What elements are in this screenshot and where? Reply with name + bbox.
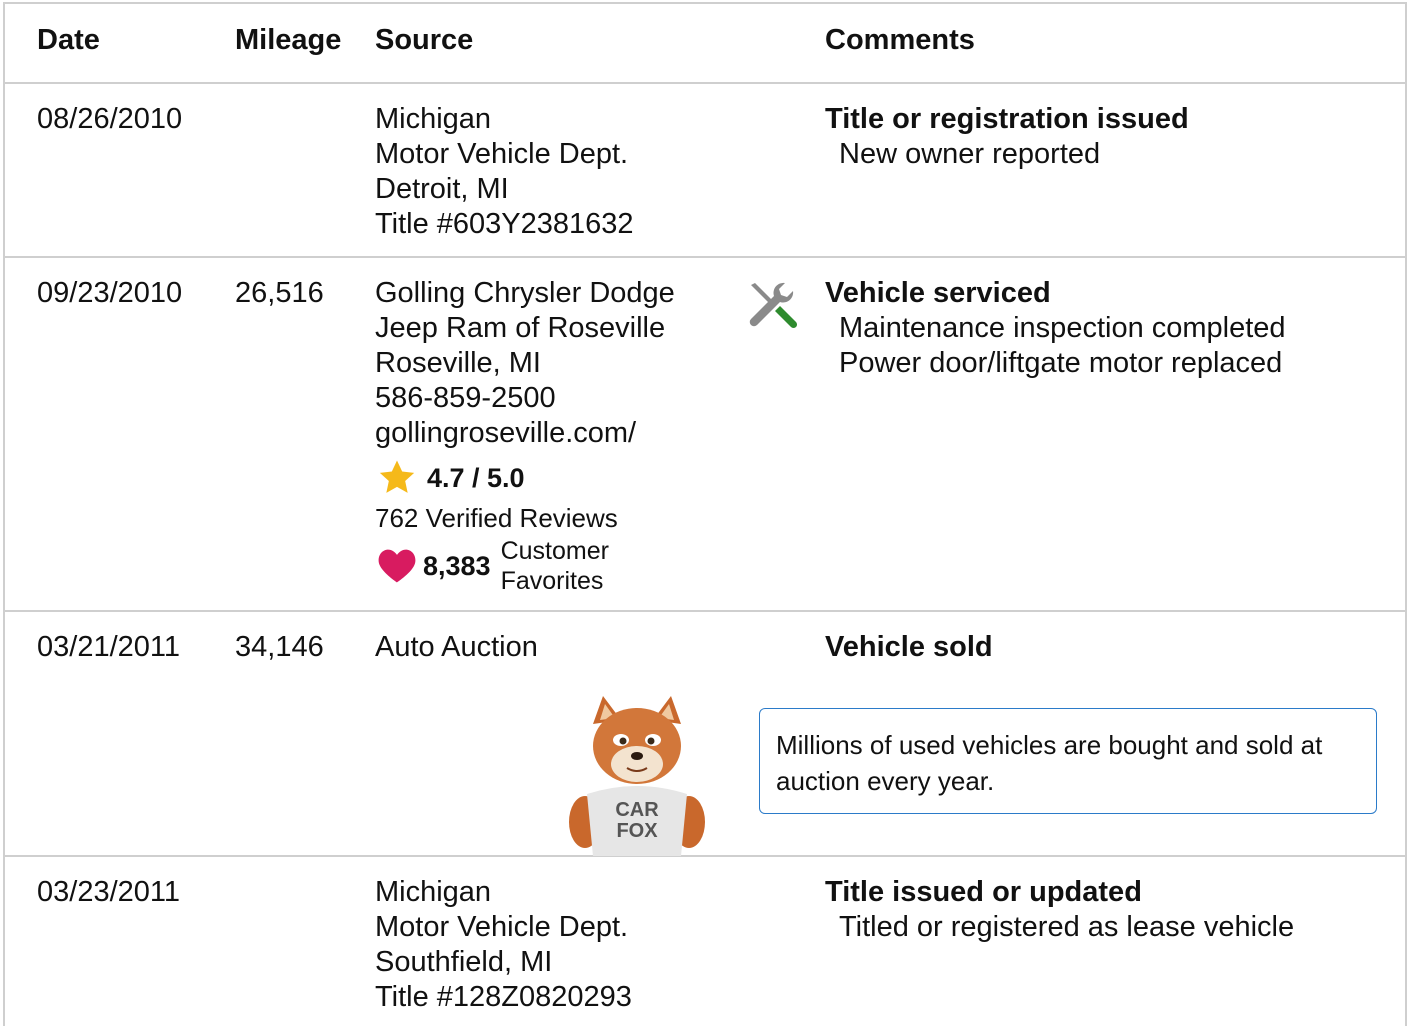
dealer-location: Roseville, MI [375, 347, 541, 379]
source-line: Title #603Y2381632 [375, 208, 634, 240]
vehicle-history-table: Date Mileage Source Comments 08/26/2010 … [3, 2, 1407, 1026]
comment-detail: New owner reported [839, 138, 1101, 170]
row-comments: Title or registration issued New owner r… [825, 102, 1189, 172]
customer-favorites: 8,383 Customer Favorites [377, 536, 631, 596]
auction-info-callout: Millions of used vehicles are bought and… [759, 708, 1377, 814]
row-date: 03/21/2011 [37, 631, 180, 663]
row-date: 09/23/2010 [37, 277, 183, 309]
source-line: Auto Auction [375, 631, 538, 663]
row-mileage: 26,516 [235, 277, 324, 309]
comment-title: Title or registration issued [825, 103, 1189, 135]
star-icon [379, 460, 415, 493]
heart-icon [378, 549, 416, 583]
row-date: 08/26/2010 [37, 103, 183, 135]
dealer-website-link[interactable]: gollingroseville.com/ [375, 416, 675, 451]
row-mileage: 34,146 [235, 631, 324, 663]
header-source: Source [375, 24, 474, 56]
table-header: Date Mileage Source Comments [5, 4, 1405, 84]
dealer-rating: 4.7 / 5.0 [375, 458, 525, 498]
header-comments: Comments [825, 24, 975, 56]
mascot-shirt-text-fox: FOX [616, 820, 658, 842]
source-line: Southfield, MI [375, 946, 553, 978]
table-row: 08/26/2010 Michigan Motor Vehicle Dept. … [5, 84, 1405, 258]
rating-score: 4.7 / 5.0 [427, 462, 525, 493]
wrench-screwdriver-icon [749, 282, 798, 329]
source-line: Michigan [375, 103, 492, 135]
row-comments: Title issued or updated Titled or regist… [825, 875, 1294, 945]
verified-reviews-link[interactable]: 762 Verified Reviews [375, 503, 618, 533]
comment-title: Title issued or updated [825, 876, 1142, 908]
row-source: Michigan Motor Vehicle Dept. Detroit, MI… [375, 102, 634, 242]
comment-detail: Maintenance inspection completed [839, 312, 1286, 344]
source-line: Detroit, MI [375, 173, 509, 205]
mascot-shirt-text-car: CAR [615, 799, 659, 821]
car-fox-mascot: CAR FOX [569, 696, 705, 856]
comment-detail: Power door/liftgate motor replaced [839, 347, 1283, 379]
table-row: 03/21/2011 34,146 Auto Auction Vehicle s… [5, 612, 1405, 857]
dealer-name-line: Golling Chrysler Dodge [375, 277, 675, 309]
header-date: Date [37, 24, 100, 56]
row-date: 03/23/2011 [37, 876, 180, 908]
row-source: Michigan Motor Vehicle Dept. Southfield,… [375, 875, 632, 1015]
row-source: Auto Auction [375, 630, 538, 665]
dealer-phone[interactable]: 586-859-2500 [375, 381, 675, 416]
source-line: Title #128Z0820293 [375, 981, 632, 1013]
comment-title: Vehicle serviced [825, 277, 1051, 309]
source-line: Motor Vehicle Dept. [375, 138, 629, 170]
favorites-label: Customer Favorites [500, 537, 609, 595]
source-line: Michigan [375, 876, 492, 908]
table-row: 03/23/2011 Michigan Motor Vehicle Dept. … [5, 857, 1405, 1026]
dealer-name-line: Jeep Ram of Roseville [375, 312, 666, 344]
comment-title: Vehicle sold [825, 631, 993, 663]
row-comments: Vehicle sold [825, 630, 993, 665]
header-mileage: Mileage [235, 24, 342, 56]
table-row: 09/23/2010 26,516 Golling Chrysler Dodge… [5, 258, 1405, 612]
row-source: Golling Chrysler Dodge Jeep Ram of Rosev… [375, 276, 675, 451]
row-comments: Vehicle serviced Maintenance inspection … [825, 276, 1286, 381]
comment-detail: Titled or registered as lease vehicle [839, 911, 1295, 943]
source-line: Motor Vehicle Dept. [375, 911, 629, 943]
favorites-count: 8,383 [423, 550, 491, 581]
